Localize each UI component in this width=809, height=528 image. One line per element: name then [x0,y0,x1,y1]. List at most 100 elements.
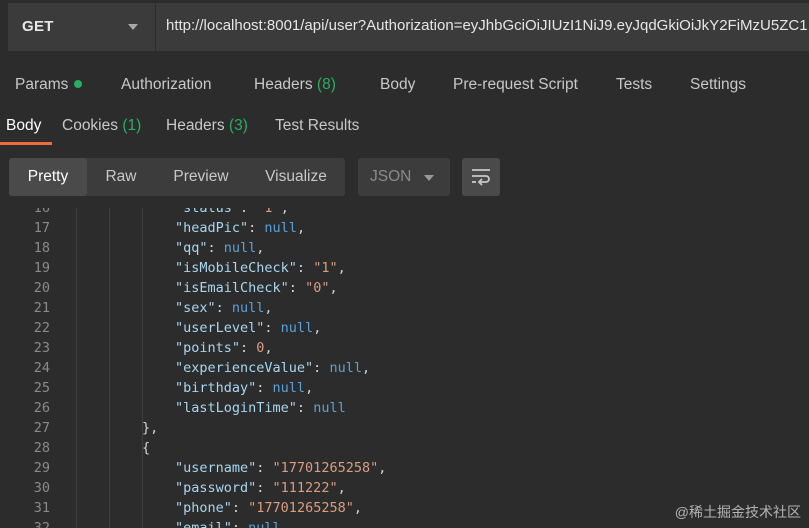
code-line: 27}, [0,418,809,438]
code-content: "qq": null, [175,240,265,256]
pretty-button[interactable]: Pretty [9,158,87,196]
response-body-editor[interactable]: 16 "status": "1", 17 "headPic": null, 18 "qq"… [0,208,809,528]
json-key: "isMobileCheck" [175,260,297,276]
line-number: 26 [33,400,50,416]
tab-settings[interactable]: Settings [690,76,746,94]
response-headers-count-badge: (3) [228,117,248,134]
json-value: null [313,400,346,416]
tab-prerequest-script[interactable]: Pre-request Script [453,76,578,94]
json-value: null [223,240,257,256]
json-punctuation: }, [142,420,159,436]
json-value: "1" [256,208,281,216]
code-content: "lastLoginTime": null [175,400,346,416]
url-input[interactable]: http://localhost:8001/api/user?Authoriza… [166,17,808,34]
code-line: 16 "status": "1", [0,208,809,218]
line-number: 21 [33,300,50,316]
line-number: 24 [33,360,50,376]
format-select[interactable]: JSON [358,158,450,196]
wrap-lines-button[interactable] [462,158,500,196]
response-headers-label: Headers [166,117,225,134]
cookies-label: Cookies [62,117,118,134]
code-content: "password": "111222", [175,480,346,496]
tab-headers[interactable]: Headers (8) [254,76,336,94]
json-key: "isEmailCheck" [175,280,289,296]
code-line: 30 "password": "111222", [0,478,809,498]
json-key: "qq" [175,240,208,256]
preview-button[interactable]: Preview [161,158,241,196]
json-key: "status" [175,208,241,216]
code-content: "headPic": null, [175,220,306,236]
method-select[interactable]: GET [8,3,156,51]
tab-authorization[interactable]: Authorization [121,76,211,94]
code-line: 18 "qq": null, [0,238,809,258]
line-number: 23 [33,340,50,356]
tab-headers-label: Headers [254,76,313,93]
line-number: 30 [33,480,50,496]
line-number: 16 [33,208,50,216]
tab-tests[interactable]: Tests [616,76,652,94]
cookies-count-badge: (1) [122,117,142,134]
request-tabs: Params Authorization Headers (8) Body Pr… [0,66,809,106]
code-line: 20 "isEmailCheck": "0", [0,278,809,298]
json-value: "1" [313,260,338,276]
response-tab-test-results[interactable]: Test Results [275,117,359,135]
code-content: "sex": null, [175,300,273,316]
response-tab-headers[interactable]: Headers (3) [166,117,248,135]
line-number: 29 [33,460,50,476]
json-key: "password" [175,480,257,496]
json-value: null [248,520,281,528]
code-content: "phone": "17701265258", [175,500,362,516]
json-punctuation: { [142,440,151,456]
line-number: 17 [33,220,50,236]
response-tab-cookies[interactable]: Cookies (1) [62,117,141,135]
visualize-button[interactable]: Visualize [251,158,341,196]
code-line: 19 "isMobileCheck": "1", [0,258,809,278]
json-key: "userLevel" [175,320,265,336]
code-line: 29 "username": "17701265258", [0,458,809,478]
line-number: 31 [33,500,50,516]
code-content: "userLevel": null, [175,320,322,336]
json-key: "sex" [175,300,216,316]
line-number: 22 [33,320,50,336]
code-line: 24 "experienceValue": null, [0,358,809,378]
json-key: "headPic" [175,220,249,236]
json-value: "0" [305,280,330,296]
json-value: null [264,220,297,236]
tab-params-label: Params [15,76,69,93]
code-content: "points": 0, [175,340,273,356]
raw-button[interactable]: Raw [91,158,151,196]
code-line: 25 "birthday": null, [0,378,809,398]
chevron-down-icon [424,175,434,181]
line-number: 20 [33,280,50,296]
json-key: "points" [175,340,241,356]
wrap-lines-icon [472,169,490,186]
method-label: GET [22,18,54,35]
line-number: 32 [33,520,50,528]
code-line: 17 "headPic": null, [0,218,809,238]
code-content: "status": "1", [175,208,289,218]
code-line: 23 "points": 0, [0,338,809,358]
request-bar: GET http://localhost:8001/api/user?Autho… [8,3,809,51]
code-content: "experienceValue": null, [175,360,371,376]
json-value: "17701265258" [272,460,379,476]
line-number: 19 [33,260,50,276]
json-key: "phone" [175,500,232,516]
json-key: "birthday" [175,380,257,396]
code-content: "email": null, [175,518,289,528]
line-number: 18 [33,240,50,256]
json-value: null [272,380,306,396]
code-content: { [142,438,150,458]
watermark: @稀土掘金技术社区 [674,504,801,520]
params-active-dot-icon [74,80,83,88]
response-tabs: Body Cookies (1) Headers (3) Test Result… [0,110,809,150]
json-value: null [231,300,265,316]
tab-body[interactable]: Body [380,76,415,94]
json-value: null [280,320,314,336]
line-number: 28 [33,440,50,456]
tab-params[interactable]: Params [15,76,83,94]
code-content: "username": "17701265258", [175,460,387,476]
code-content: "isEmailCheck": "0", [175,280,338,296]
code-content: }, [142,418,158,438]
response-tab-body[interactable]: Body [6,117,41,135]
line-number: 27 [33,420,50,436]
